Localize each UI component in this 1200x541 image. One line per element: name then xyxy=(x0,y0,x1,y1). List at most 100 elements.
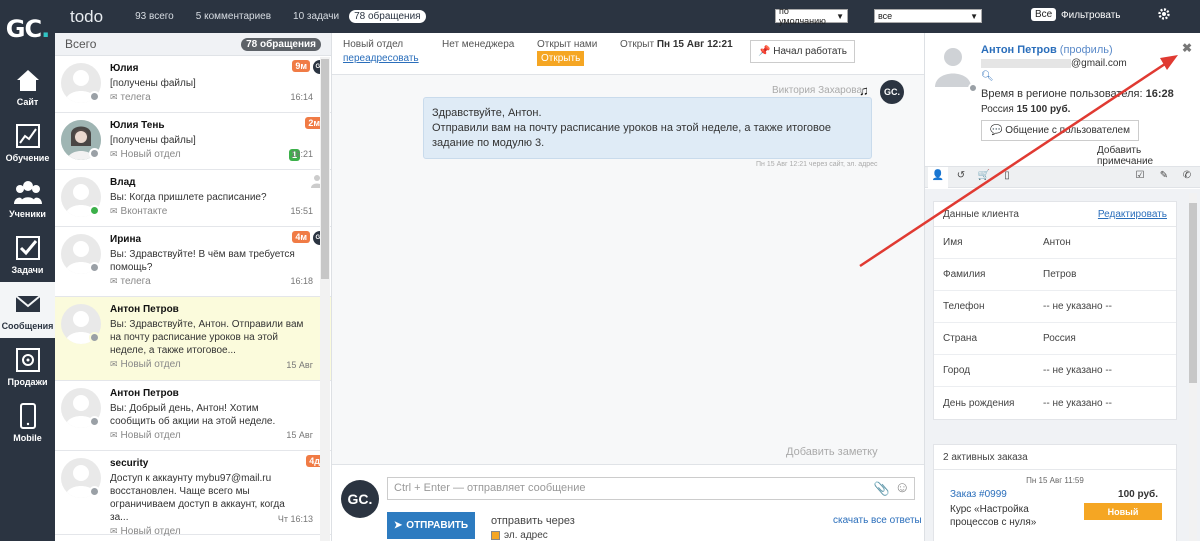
envelope-icon: ✉ xyxy=(110,92,118,102)
open-button[interactable]: Открыть xyxy=(537,51,585,66)
nav-item-site[interactable]: Сайт xyxy=(0,58,55,114)
start-work-button[interactable]: 📌 Начал работать xyxy=(750,40,855,63)
channel: Новый отдел xyxy=(120,359,181,370)
stat-tasks[interactable]: 10 задачи xyxy=(293,11,339,22)
email-checkbox[interactable]: эл. адрес xyxy=(491,530,548,541)
channel: телега xyxy=(120,276,151,287)
conversation-item[interactable]: Ирина Вы: Здравствуйте! В чём вам требуе… xyxy=(55,227,331,297)
nav-label: Ученики xyxy=(9,208,46,219)
list-scrollbar[interactable] xyxy=(320,57,330,541)
filter-select[interactable]: все ▼ xyxy=(874,9,982,23)
user-name[interactable]: Антон Петров (профиль) xyxy=(981,44,1113,56)
tab-cart-icon[interactable]: 🛒 xyxy=(974,170,994,186)
all-button[interactable]: Все xyxy=(1031,8,1057,21)
stat-comments[interactable]: 5 комментариев xyxy=(196,11,271,22)
nav-item-learning[interactable]: Обучение xyxy=(0,114,55,170)
tab-history-icon[interactable]: ↺ xyxy=(951,170,971,186)
conversation-item[interactable]: Влад Вы: Когда пришлете расписание? ✉ Вко… xyxy=(55,170,331,227)
conversation-item[interactable]: Юлия Тень [получены файлы] ✉ Новый отдел … xyxy=(55,113,331,170)
status-dot xyxy=(89,205,100,216)
list-title: Всего xyxy=(65,37,97,51)
chevron-down-icon: ▼ xyxy=(970,11,978,21)
field-row: День рождения -- не указано -- xyxy=(943,397,1113,409)
input-placeholder: Ctrl + Enter — отправляет сообщение xyxy=(394,482,586,494)
stat-requests[interactable]: 78 обращения xyxy=(349,10,426,23)
profile-link[interactable]: (профиль) xyxy=(1060,44,1113,56)
checkbox[interactable] xyxy=(491,531,500,540)
status-dot xyxy=(89,332,100,343)
sort-select[interactable]: по умолчанию ▼ xyxy=(775,6,848,26)
user-panel: Антон Петров (профиль) @gmail.com 🔍︎ ✖ В… xyxy=(924,33,1200,541)
conversation-item[interactable]: Антон Петров Вы: Здравствуйте, Антон. От… xyxy=(55,297,331,381)
tab-phone-icon[interactable]: ▯ xyxy=(997,170,1017,186)
chat-header: Новый отдел переадресовать Нет менеджера… xyxy=(332,33,924,75)
nav-item-students[interactable]: Ученики xyxy=(0,170,55,226)
message-sender: Виктория Захарова xyxy=(772,85,863,96)
opened-date: Пн 15 Авг 12:21 xyxy=(656,39,733,50)
redirect-link[interactable]: переадресовать xyxy=(343,53,419,64)
tab-call-icon[interactable]: ✆ xyxy=(1177,170,1197,186)
search-icon[interactable]: 🔍︎ xyxy=(981,71,994,82)
contact-name: Юлия xyxy=(110,63,139,74)
edit-link[interactable]: Редактировать xyxy=(1098,209,1167,220)
composer: GC. Ctrl + Enter — отправляет сообщение … xyxy=(332,464,924,541)
chat-with-user-button[interactable]: 💬 Общение с пользователем xyxy=(981,120,1139,141)
field-row: Страна Россия xyxy=(934,323,1176,355)
timer-badge: 9м xyxy=(292,60,310,72)
channel: Вконтакте xyxy=(120,206,168,217)
tab-user-icon[interactable]: 👤 xyxy=(928,167,948,189)
card-title: Данные клиента xyxy=(943,208,1019,220)
nav-item-mobile[interactable]: Mobile xyxy=(0,394,55,450)
user-name-text: Антон Петров xyxy=(981,44,1057,56)
panel-scrollbar[interactable] xyxy=(1189,193,1197,541)
contact-name: Влад xyxy=(110,177,136,188)
nav-item-messages[interactable]: Сообщения xyxy=(0,282,55,338)
download-replies-link[interactable]: скачать все ответы xyxy=(833,515,922,526)
nav-item-tasks[interactable]: Задачи xyxy=(0,226,55,282)
message-preview: Вы: Когда пришлете расписание? xyxy=(110,192,267,203)
nav-label: Обучение xyxy=(5,152,50,163)
checkbox-icon xyxy=(15,235,40,260)
department-label: Новый отдел xyxy=(343,39,404,50)
close-icon[interactable]: ✖ xyxy=(1182,41,1192,55)
paperclip-icon[interactable]: 📎 xyxy=(874,481,890,497)
envelope-icon: ✉ xyxy=(110,526,118,536)
nav-label: Сайт xyxy=(16,96,39,107)
order-date: Пн 15 Авг 11:59 xyxy=(1026,476,1084,485)
channel: Новый отдел xyxy=(120,526,181,537)
nav-item-sales[interactable]: Продажи xyxy=(0,338,55,394)
envelope-icon: ✉ xyxy=(110,430,118,440)
logo[interactable]: GC. xyxy=(0,0,55,58)
stat-total[interactable]: 93 всего xyxy=(135,11,174,22)
gear-icon[interactable] xyxy=(1157,7,1171,21)
time: 15 Авг xyxy=(286,360,313,370)
send-button[interactable]: ➤ ОТПРАВИТЬ xyxy=(387,512,475,539)
order-link[interactable]: Заказ #0999 xyxy=(950,489,1007,500)
conversation-item[interactable]: Антон Петров Вы: Добрый день, Антон! Хот… xyxy=(55,381,331,451)
filter-button[interactable]: Фильтровать xyxy=(1061,10,1121,21)
field-row: Телефон -- не указано -- xyxy=(934,291,1176,323)
nav-label: Сообщения xyxy=(1,320,54,331)
composer-avatar: GC. xyxy=(341,480,379,518)
manager-label[interactable]: Нет менеджера xyxy=(442,39,514,50)
contact-name: security xyxy=(110,458,149,469)
status-dot xyxy=(89,148,100,159)
conversation-list-header: Всего 78 обращения xyxy=(55,33,331,56)
envelope-icon: ✉ xyxy=(110,149,118,159)
send-label: ОТПРАВИТЬ xyxy=(406,520,469,531)
add-remark-link[interactable]: Добавить примечание xyxy=(1097,145,1200,168)
add-note-link[interactable]: Добавить заметку xyxy=(786,446,878,458)
chat-button-label: Общение с пользователем xyxy=(1005,125,1130,136)
conversation-item[interactable]: Юлия [получены файлы] ✉телега 16:14 9м G… xyxy=(55,56,331,113)
time: 15 Авг xyxy=(286,430,313,440)
tab-check-icon[interactable]: ☑ xyxy=(1130,170,1150,186)
status-dot xyxy=(89,416,100,427)
time: Чт 16:13 xyxy=(277,514,313,524)
conversation-item[interactable]: security Доступ к аккаунту mybu97@mail.r… xyxy=(55,451,331,537)
user-email: @gmail.com xyxy=(1071,58,1127,69)
tab-pencil-icon[interactable]: ✎ xyxy=(1154,170,1174,186)
message-input[interactable]: Ctrl + Enter — отправляет сообщение 📎 ☺ xyxy=(387,477,915,500)
emoji-icon[interactable]: ☺ xyxy=(895,479,910,496)
contact-name: Антон Петров xyxy=(110,304,179,315)
sender-avatar: GC. xyxy=(880,80,904,104)
